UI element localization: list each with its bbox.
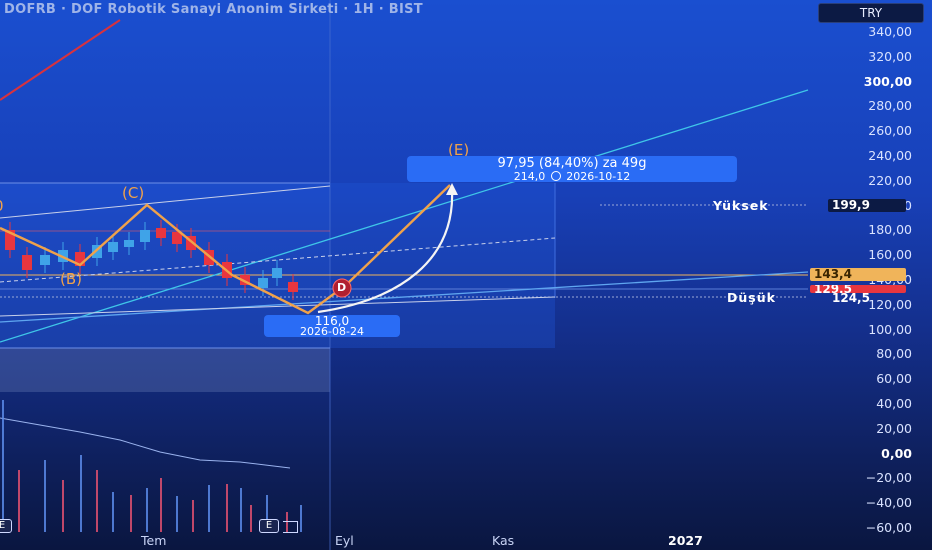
candle-body [108,242,118,252]
projection-change: 97,95 (84,40%) za 49g [497,156,647,171]
price-axis-label: 100,00 [868,321,912,337]
price-axis-label: 240,00 [868,148,912,163]
long-term-trend-line [0,19,121,101]
price-axis-label: −20,00 [865,470,912,486]
candle-body [288,282,298,292]
price-axis-label: 340,00 [868,24,912,39]
history-zone-lower [0,348,330,392]
candle-body [124,240,134,247]
projection-price: 214,0 [513,170,546,183]
time-label-tem: Tem [141,533,167,548]
volume-bar [96,470,98,532]
volume-bar [146,488,148,532]
volume-bar [226,484,228,532]
candle-body [140,230,150,242]
low-label: Düşük [727,290,776,305]
candle-body [40,255,50,265]
price-axis-label: 20,00 [876,420,912,436]
earnings-marker[interactable]: E [0,519,12,533]
volume-bar [18,470,20,532]
high-value-tag: 199,9 [828,199,906,212]
earnings-marker-partial [283,521,298,533]
currency-selector[interactable]: TRY [818,3,924,23]
low-value-tag: 124,5 [832,291,870,305]
wave-label-b: (B) [60,270,82,288]
wave-label-c: (C) [122,184,145,202]
volume-bar [208,485,210,532]
volume-bar [80,455,82,532]
time-label-2027: 2027 [668,533,703,548]
candle-body [272,268,282,278]
volume-bar [192,500,194,532]
volume-bar [44,460,46,532]
indicator-line [0,417,291,469]
high-label: Yüksek [713,198,769,213]
price-axis-label: 320,00 [868,48,912,64]
last-price-tag: 143,4 [810,268,906,281]
volume-bar [176,496,178,532]
candle-body [258,278,268,288]
wave-label-d: D [337,281,347,294]
volume-bars [2,400,302,532]
volume-bar [160,478,162,532]
price-axis-label: −40,00 [865,495,912,511]
price-axis-label: 40,00 [876,396,912,411]
earnings-marker[interactable]: E [259,519,279,533]
price-axis-label: 160,00 [868,247,912,263]
volume-bar [62,480,64,532]
price-axis-label: 260,00 [868,123,912,139]
projection-tooltip[interactable]: 97,95 (84,40%) za 49g 214,0 2026-10-12 [407,156,737,182]
time-label-kas: Kas [492,533,515,548]
candle-body [22,255,32,270]
low-point-date: 2026-08-24 [300,325,364,338]
wave-label-partial: 0 [0,197,4,215]
volume-bar [250,505,252,532]
price-axis-label: 0,00 [881,445,912,461]
volume-bar [112,492,114,532]
volume-bar [240,488,242,532]
low-point-tooltip[interactable]: 116,0 2026-08-24 [264,315,400,337]
projection-date: 2026-10-12 [566,170,631,183]
volume-bar [300,505,302,532]
price-axis-label: 220,00 [868,172,912,188]
price-axis-label: 180,00 [868,222,912,238]
price-axis-label: 280,00 [868,98,912,114]
volume-bar [130,495,132,532]
time-label-eyl: Eyl [335,533,354,548]
price-axis-label: 300,00 [863,73,912,89]
clock-icon [550,171,561,181]
candle-body [156,228,166,238]
price-axis-label: 80,00 [876,346,912,362]
price-chart-canvas[interactable] [0,0,932,550]
price-axis-label: −60,00 [865,520,912,535]
symbol-title[interactable]: DOFRB · DOF Robotik Sanayi Anonim Sirket… [4,2,423,17]
volume-bar [2,400,4,532]
chart-window[interactable]: DOFRB · DOF Robotik Sanayi Anonim Sirket… [0,0,932,550]
price-axis-label: 60,00 [876,371,912,387]
